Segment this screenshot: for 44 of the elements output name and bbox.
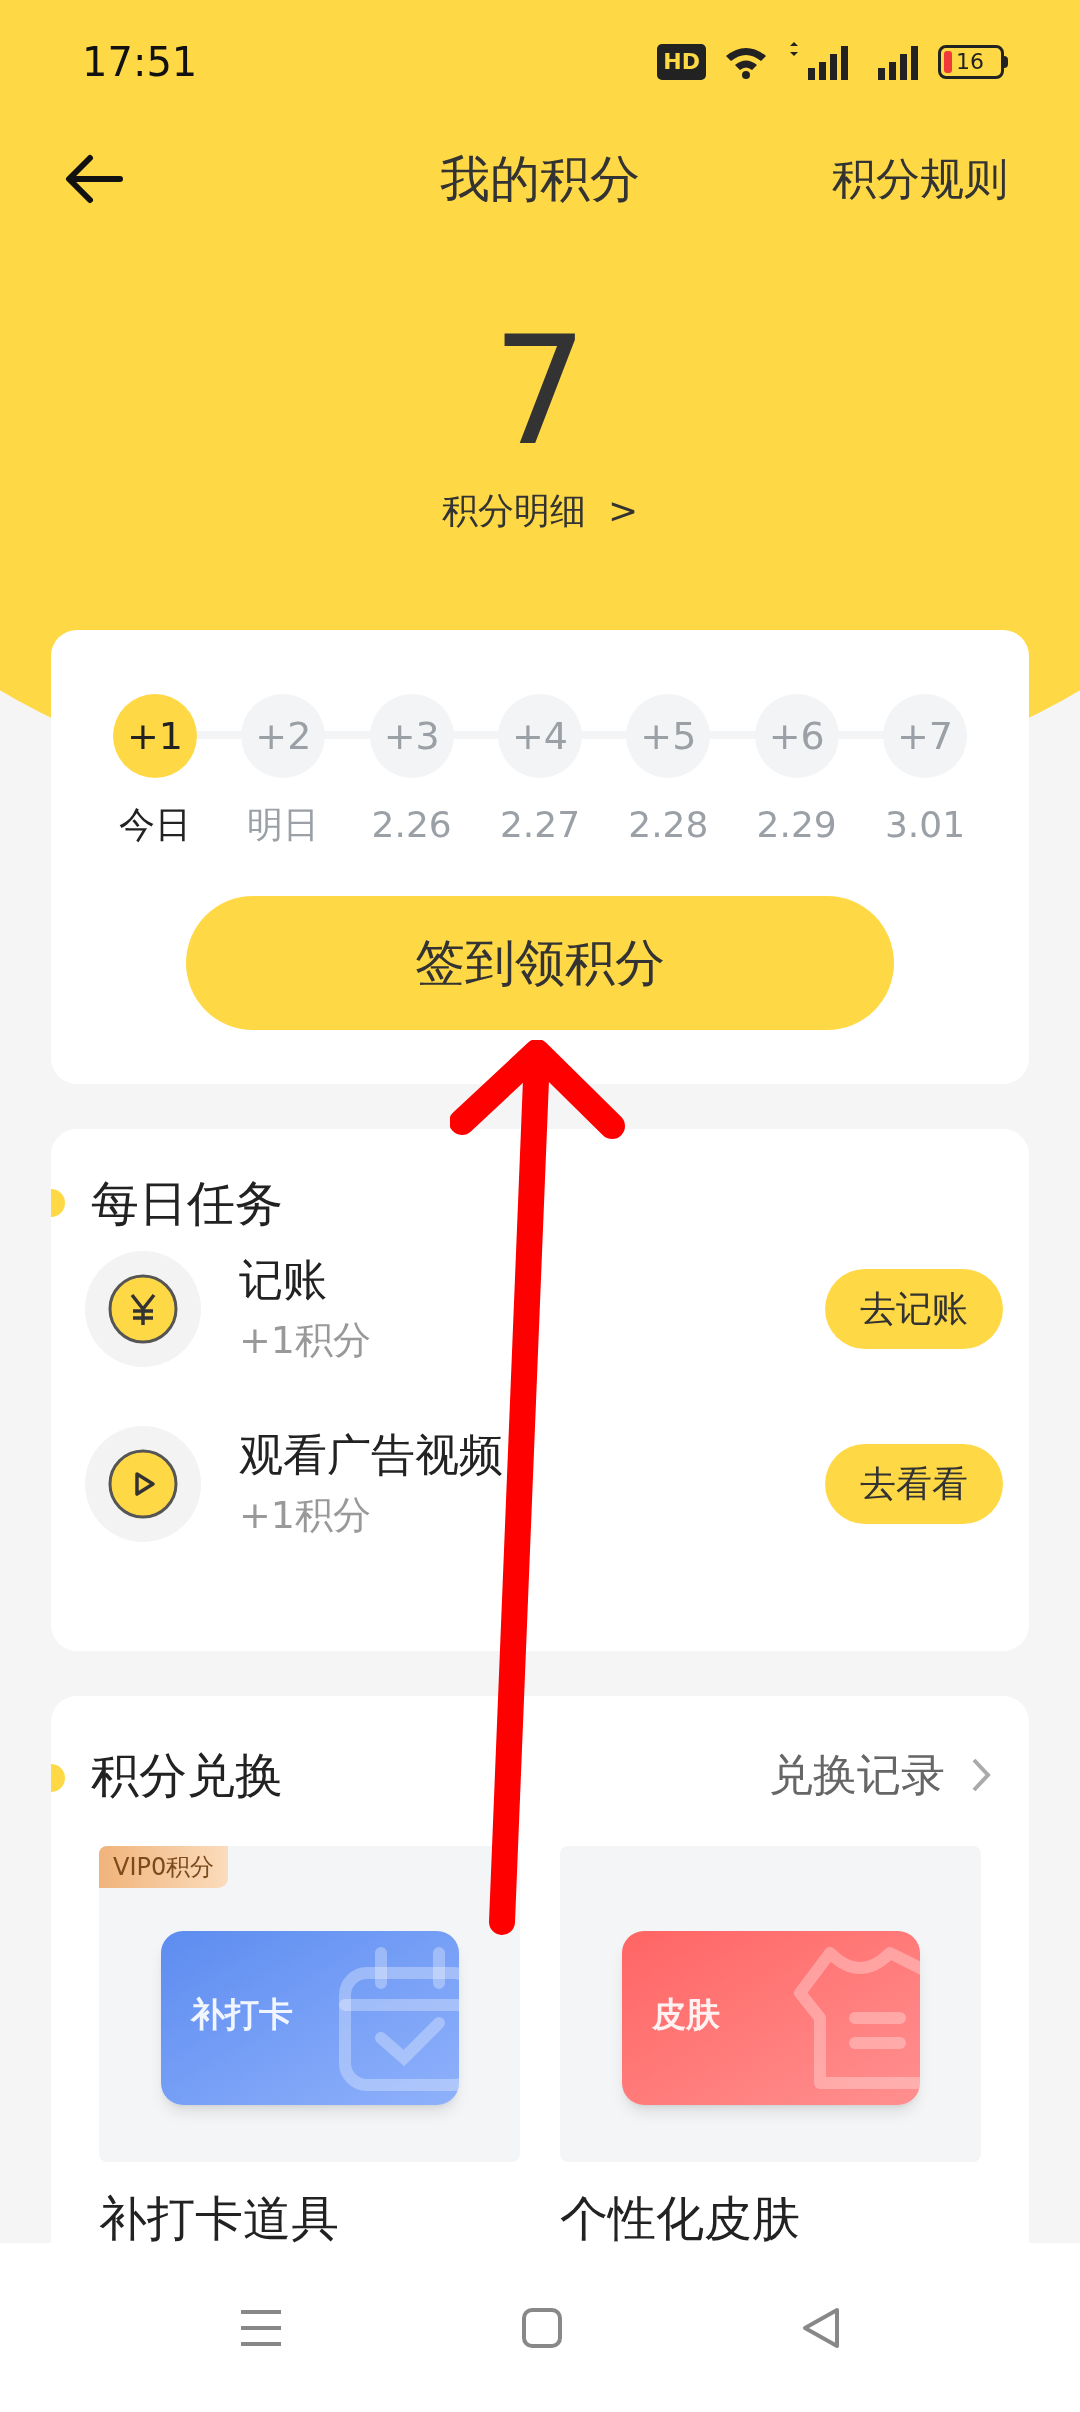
reward-tile[interactable]: VIP0积分 补打卡 xyxy=(99,1846,520,2162)
status-time: 17:51 xyxy=(82,38,198,87)
reward-label: 补打卡道具 xyxy=(99,2189,340,2243)
step-day: 2.26 xyxy=(371,798,452,852)
points-detail-link[interactable]: 积分明细 > xyxy=(441,484,639,538)
rules-link[interactable]: 积分规则 xyxy=(832,146,1008,212)
section-title: 每日任务 xyxy=(91,1174,283,1233)
vip-badge: VIP0积分 xyxy=(99,1846,229,1888)
yuan-icon xyxy=(107,1273,179,1345)
step-day: 2.27 xyxy=(499,798,581,852)
step-reward: +2 xyxy=(241,694,326,778)
step-day: 2.29 xyxy=(756,798,837,852)
step-reward: +1 xyxy=(113,694,197,778)
step-reward: +7 xyxy=(882,694,967,778)
play-icon xyxy=(107,1448,179,1520)
chevron-right-icon xyxy=(971,1757,991,1793)
task-button[interactable]: 去看看 xyxy=(825,1444,1003,1524)
menu-icon[interactable] xyxy=(239,2307,283,2348)
exchange-history-link[interactable]: 兑换记录 xyxy=(769,1742,991,1808)
task-reward: +1积分 xyxy=(239,1492,373,1539)
step-day: 3.01 xyxy=(884,798,966,852)
task-title: 观看广告视频 xyxy=(239,1428,504,1482)
reward-card-text: 补打卡 xyxy=(190,1993,293,2036)
step-day: 2.28 xyxy=(628,798,709,852)
points-value: 7 xyxy=(492,306,588,476)
step-reward: +4 xyxy=(498,694,582,778)
step-day: 今日 xyxy=(119,798,191,852)
task-button[interactable]: 去记账 xyxy=(825,1269,1003,1349)
section-marker xyxy=(51,1764,65,1792)
task-reward: +1积分 xyxy=(239,1317,373,1364)
hd-badge: HD xyxy=(657,44,706,80)
task-title: 记账 xyxy=(239,1253,328,1307)
step-reward: +6 xyxy=(754,694,839,778)
page-title: 我的积分 xyxy=(440,148,640,210)
step-reward: +3 xyxy=(369,694,454,778)
checkin-button[interactable]: 签到领积分 xyxy=(186,896,894,1030)
reward-label: 个性化皮肤 xyxy=(560,2189,801,2243)
back-icon[interactable] xyxy=(64,154,124,204)
section-marker xyxy=(51,1189,65,1217)
step-reward: +5 xyxy=(626,694,711,778)
step-day: 明日 xyxy=(247,798,320,852)
home-icon[interactable] xyxy=(521,2306,563,2349)
reward-card-text: 皮肤 xyxy=(651,1993,720,2036)
section-title: 积分兑换 xyxy=(91,1746,283,1805)
